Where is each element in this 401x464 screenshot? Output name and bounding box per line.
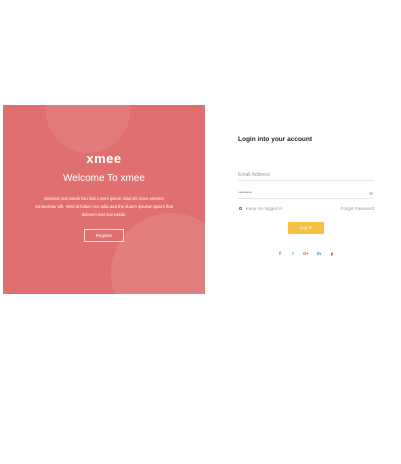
keep-logged-in-label: Keep me logged in: [246, 206, 283, 211]
password-field[interactable]: ••••••••: [238, 186, 374, 199]
google-plus-icon[interactable]: G+: [302, 250, 310, 258]
pinterest-icon[interactable]: p: [328, 250, 336, 258]
login-title: Login into your account: [238, 136, 313, 143]
login-options-row: Keep me logged in Forgot Password: [238, 205, 374, 213]
facebook-icon[interactable]: f: [276, 250, 284, 258]
register-button[interactable]: Register: [84, 229, 124, 242]
keep-logged-in-checkbox[interactable]: [239, 207, 242, 210]
welcome-description: Geamus mal easde faci lisis Lorem ipsum …: [34, 196, 174, 217]
forgot-password-link[interactable]: Forgot Password: [341, 206, 374, 211]
decorative-circle-bottom: [111, 213, 205, 294]
password-value: ••••••••: [238, 190, 253, 196]
decorative-circle-top: [46, 105, 130, 153]
twitter-icon[interactable]: t: [289, 250, 297, 258]
login-button[interactable]: Log In: [288, 222, 324, 234]
welcome-heading: Welcome To xmee: [63, 173, 145, 184]
welcome-panel: xmee Welcome To xmee Geamus mal easde fa…: [3, 105, 205, 294]
email-placeholder: Email Address: [238, 172, 270, 178]
social-links: f t G+ in p: [276, 250, 336, 258]
eye-icon[interactable]: [369, 192, 373, 195]
linkedin-icon[interactable]: in: [315, 250, 323, 258]
brand-logo: xmee: [86, 151, 122, 166]
email-field[interactable]: Email Address: [238, 168, 374, 181]
